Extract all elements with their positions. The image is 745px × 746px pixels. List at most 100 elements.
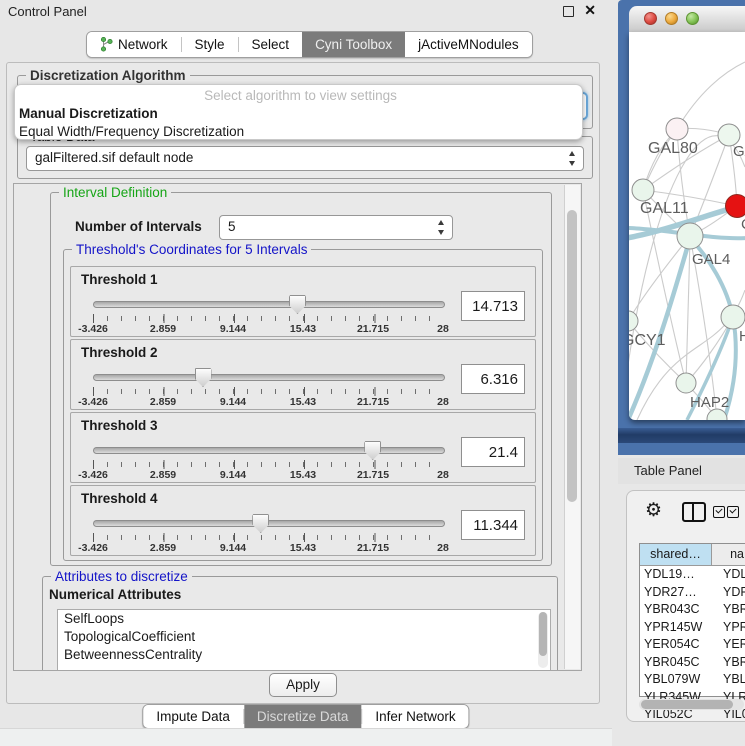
threshold-4-value[interactable]: 11.344 — [461, 510, 525, 540]
cell-shared-name[interactable]: YBL079W — [640, 671, 716, 689]
numerical-attributes-list[interactable]: SelfLoopsTopologicalCoefficientBetweenne… — [57, 609, 551, 671]
tab-infer-network[interactable]: Infer Network — [362, 705, 468, 728]
cell-name[interactable]: YDL1 — [716, 566, 745, 584]
column-header-shared[interactable]: shared… — [640, 544, 712, 565]
tick-label: 2.859 — [150, 323, 176, 335]
svg-text:GAL80: GAL80 — [648, 140, 698, 157]
threshold-2-box: Threshold 2-3.4262.8599.14415.4321.71528… — [70, 339, 536, 410]
tab-style[interactable]: Style — [182, 32, 238, 57]
tick-labels: -3.4262.8599.14415.4321.71528 — [93, 323, 443, 335]
node-selected-red[interactable] — [726, 195, 745, 218]
apply-button[interactable]: Apply — [269, 673, 337, 697]
cell-name[interactable]: YBR0 — [716, 654, 745, 672]
table-row[interactable]: YBR043CYBR0 — [640, 601, 745, 619]
table-row[interactable]: YBR045CYBR0 — [640, 654, 745, 672]
scrollbar-thumb[interactable] — [641, 700, 733, 709]
tick-label: 21.715 — [357, 542, 389, 554]
cell-shared-name[interactable]: YDR27… — [640, 584, 716, 602]
tab-jactivemnodules[interactable]: jActiveMNodules — [405, 32, 532, 57]
cell-shared-name[interactable]: YDL19… — [640, 566, 716, 584]
network-window-titlebar[interactable] — [629, 6, 745, 33]
list-scrollbar[interactable] — [538, 612, 548, 668]
table-panel-header: Table Panel — [618, 458, 745, 484]
svg-text:GCY1: GCY1 — [629, 332, 666, 349]
cell-name[interactable]: YPR1 — [716, 619, 745, 637]
slider-thumb[interactable] — [364, 441, 381, 460]
list-item[interactable]: BetweennessCentrality — [58, 646, 550, 664]
scrollbar-thumb[interactable] — [567, 210, 577, 502]
tab-cyni-toolbox[interactable]: Cyni Toolbox — [302, 32, 405, 57]
cell-name[interactable]: YBL0 — [716, 671, 745, 689]
tick-label: -3.426 — [78, 323, 108, 335]
tick-label: 9.144 — [220, 323, 246, 335]
table-data-select[interactable]: galFiltered.sif default node — [26, 146, 584, 171]
threshold-3-slider[interactable]: -3.4262.8599.14415.4321.71528 — [93, 441, 443, 479]
option-manual-discretization[interactable]: Manual Discretization — [15, 105, 582, 123]
close-icon[interactable]: ✕ — [584, 2, 596, 19]
cell-name[interactable]: YBR0 — [716, 601, 745, 619]
tick-label: 9.144 — [220, 396, 246, 408]
column-header-name[interactable]: na — [712, 544, 745, 565]
panel-scrollbar[interactable] — [564, 185, 580, 669]
tab-impute-data[interactable]: Impute Data — [143, 705, 243, 728]
checkbox-icon[interactable] — [727, 506, 739, 518]
table-row[interactable]: YDR27…YDR2 — [640, 584, 745, 602]
slider-thumb[interactable] — [252, 514, 269, 533]
node-gal11[interactable] — [632, 179, 654, 201]
list-item[interactable]: TopologicalCoefficient — [58, 628, 550, 646]
node-gal80[interactable] — [666, 118, 688, 140]
tick-labels: -3.4262.8599.14415.4321.71528 — [93, 469, 443, 481]
dropdown-placeholder: Select algorithm to view settings — [15, 85, 582, 105]
threshold-1-value[interactable]: 14.713 — [461, 291, 525, 321]
slider-track[interactable] — [93, 301, 445, 308]
close-traffic-light-icon[interactable] — [644, 12, 657, 25]
cell-shared-name[interactable]: YBR043C — [640, 601, 716, 619]
cell-shared-name[interactable]: YPR145W — [640, 619, 716, 637]
node-h[interactable] — [721, 305, 745, 329]
threshold-1-slider[interactable]: -3.4262.8599.14415.4321.71528 — [93, 295, 443, 333]
tick-label: 2.859 — [150, 469, 176, 481]
cell-shared-name[interactable]: YER054C — [640, 636, 716, 654]
tick-label: 2.859 — [150, 542, 176, 554]
tab-select[interactable]: Select — [239, 32, 303, 57]
num-intervals-select[interactable]: 5 — [219, 215, 453, 240]
threshold-2-slider[interactable]: -3.4262.8599.14415.4321.71528 — [93, 368, 443, 406]
split-columns-icon[interactable] — [682, 502, 706, 522]
list-item[interactable]: SelfLoops — [58, 610, 550, 628]
network-icon — [100, 37, 113, 52]
float-window-icon[interactable] — [563, 6, 574, 17]
checkbox-icon[interactable] — [713, 506, 725, 518]
zoom-traffic-light-icon[interactable] — [686, 12, 699, 25]
tick-label: 2.859 — [150, 396, 176, 408]
gear-icon[interactable]: ⚙ — [645, 499, 662, 522]
table-row[interactable]: YBL079WYBL0 — [640, 671, 745, 689]
tick-label: 28 — [437, 542, 449, 554]
threshold-4-slider[interactable]: -3.4262.8599.14415.4321.71528 — [93, 514, 443, 552]
cell-shared-name[interactable]: YBR045C — [640, 654, 716, 672]
group-title: Interval Definition — [59, 185, 171, 200]
slider-track[interactable] — [93, 447, 445, 454]
thresholds-group: Threshold's Coordinates for 5 Intervals … — [63, 249, 543, 561]
svg-text:HAP2: HAP2 — [690, 394, 729, 411]
table-row[interactable]: YDL19…YDL1 — [640, 566, 745, 584]
cyni-mode-tabs: Impute Data Discretize Data Infer Networ… — [142, 704, 469, 729]
table-row[interactable]: YPR145WYPR1 — [640, 619, 745, 637]
cell-name[interactable]: YER0 — [716, 636, 745, 654]
tab-discretize-data[interactable]: Discretize Data — [244, 705, 362, 728]
slider-track[interactable] — [93, 374, 445, 381]
cell-name[interactable]: YDR2 — [716, 584, 745, 602]
node-hap2[interactable] — [676, 373, 696, 393]
slider-thumb[interactable] — [195, 368, 212, 387]
table-header-row: shared… na — [640, 544, 745, 566]
network-canvas[interactable]: GAL80 GAL11 GAL4 GCY1 HAP2 H GA C — [629, 32, 745, 420]
slider-thumb[interactable] — [289, 295, 306, 314]
minimize-traffic-light-icon[interactable] — [665, 12, 678, 25]
table-hscrollbar[interactable] — [639, 699, 744, 710]
table-row[interactable]: YER054CYER0 — [640, 636, 745, 654]
tab-network[interactable]: Network — [87, 32, 181, 57]
tick-label: 28 — [437, 323, 449, 335]
option-equal-width-frequency[interactable]: Equal Width/Frequency Discretization — [15, 123, 582, 141]
threshold-2-value[interactable]: 6.316 — [461, 364, 525, 394]
node-gal4[interactable] — [677, 223, 703, 249]
threshold-3-value[interactable]: 21.4 — [461, 437, 525, 467]
